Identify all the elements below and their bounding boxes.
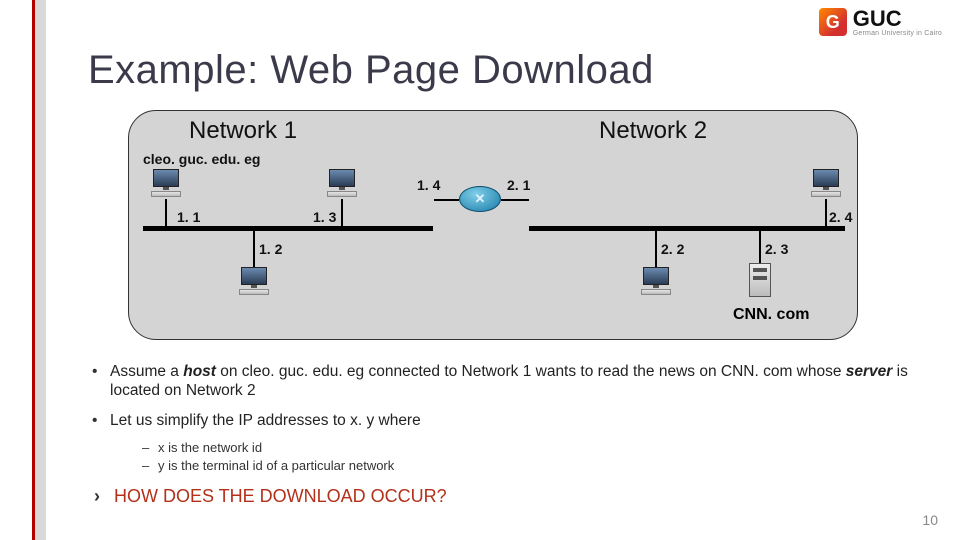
bullet-2: Let us simplify the IP addresses to x. y… <box>88 411 908 430</box>
network-diagram: Network 1 Network 2 cleo. guc. edu. eg ✕… <box>128 110 858 340</box>
drop-2-3 <box>759 231 761 263</box>
subbullet-2: y is the terminal id of a particular net… <box>88 458 908 474</box>
ip-2-3: 2. 3 <box>765 241 788 257</box>
ip-router-left: 1. 4 <box>417 177 440 193</box>
pc-icon <box>325 169 359 199</box>
network1-label: Network 1 <box>189 117 297 145</box>
b1-server-word: server <box>846 363 893 380</box>
drop-1-1 <box>165 199 167 226</box>
logo-text: GUC German University in Cairo <box>853 8 942 37</box>
page-number: 10 <box>922 512 938 528</box>
b1-host-word: host <box>183 363 216 380</box>
bus-net1 <box>143 226 433 231</box>
logo-mark: G <box>819 8 847 36</box>
ip-2-4: 2. 4 <box>829 209 852 225</box>
pc-icon <box>237 267 271 297</box>
link-right <box>501 199 529 201</box>
ip-1-1: 1. 1 <box>177 209 200 225</box>
drop-2-4 <box>825 199 827 226</box>
b1-part-b: on cleo. guc. edu. eg connected to Netwo… <box>216 363 846 380</box>
left-accent-bar <box>32 0 46 540</box>
b1-part-a: Assume a <box>110 363 183 380</box>
pc-icon <box>809 169 843 199</box>
drop-1-2 <box>253 231 255 267</box>
pc-icon <box>149 169 183 199</box>
router-icon: ✕ <box>459 186 501 212</box>
ip-1-3: 1. 3 <box>313 209 336 225</box>
slide-title: Example: Web Page Download <box>88 48 654 93</box>
server-icon <box>749 263 771 297</box>
bullet-content: Assume a host on cleo. guc. edu. eg conn… <box>88 362 908 507</box>
ip-router-right: 2. 1 <box>507 177 530 193</box>
host1-label: cleo. guc. edu. eg <box>143 151 260 167</box>
ip-2-2: 2. 2 <box>661 241 684 257</box>
host2-label: CNN. com <box>733 306 809 324</box>
logo: G GUC German University in Cairo <box>819 8 942 37</box>
logo-mark-letter: G <box>826 12 840 33</box>
logo-subtitle: German University in Cairo <box>853 30 942 37</box>
ip-1-2: 1. 2 <box>259 241 282 257</box>
network2-label: Network 2 <box>599 117 707 145</box>
link-left <box>434 199 459 201</box>
router-x: ✕ <box>460 187 500 211</box>
bus-net2 <box>529 226 845 231</box>
drop-2-2 <box>655 231 657 267</box>
pc-icon <box>639 267 673 297</box>
bullet-1: Assume a host on cleo. guc. edu. eg conn… <box>88 362 908 401</box>
logo-acronym: GUC <box>853 8 942 30</box>
drop-1-3 <box>341 199 343 226</box>
subbullet-1: x is the network id <box>88 440 908 456</box>
question-line: HOW DOES THE DOWNLOAD OCCUR? <box>88 485 908 508</box>
